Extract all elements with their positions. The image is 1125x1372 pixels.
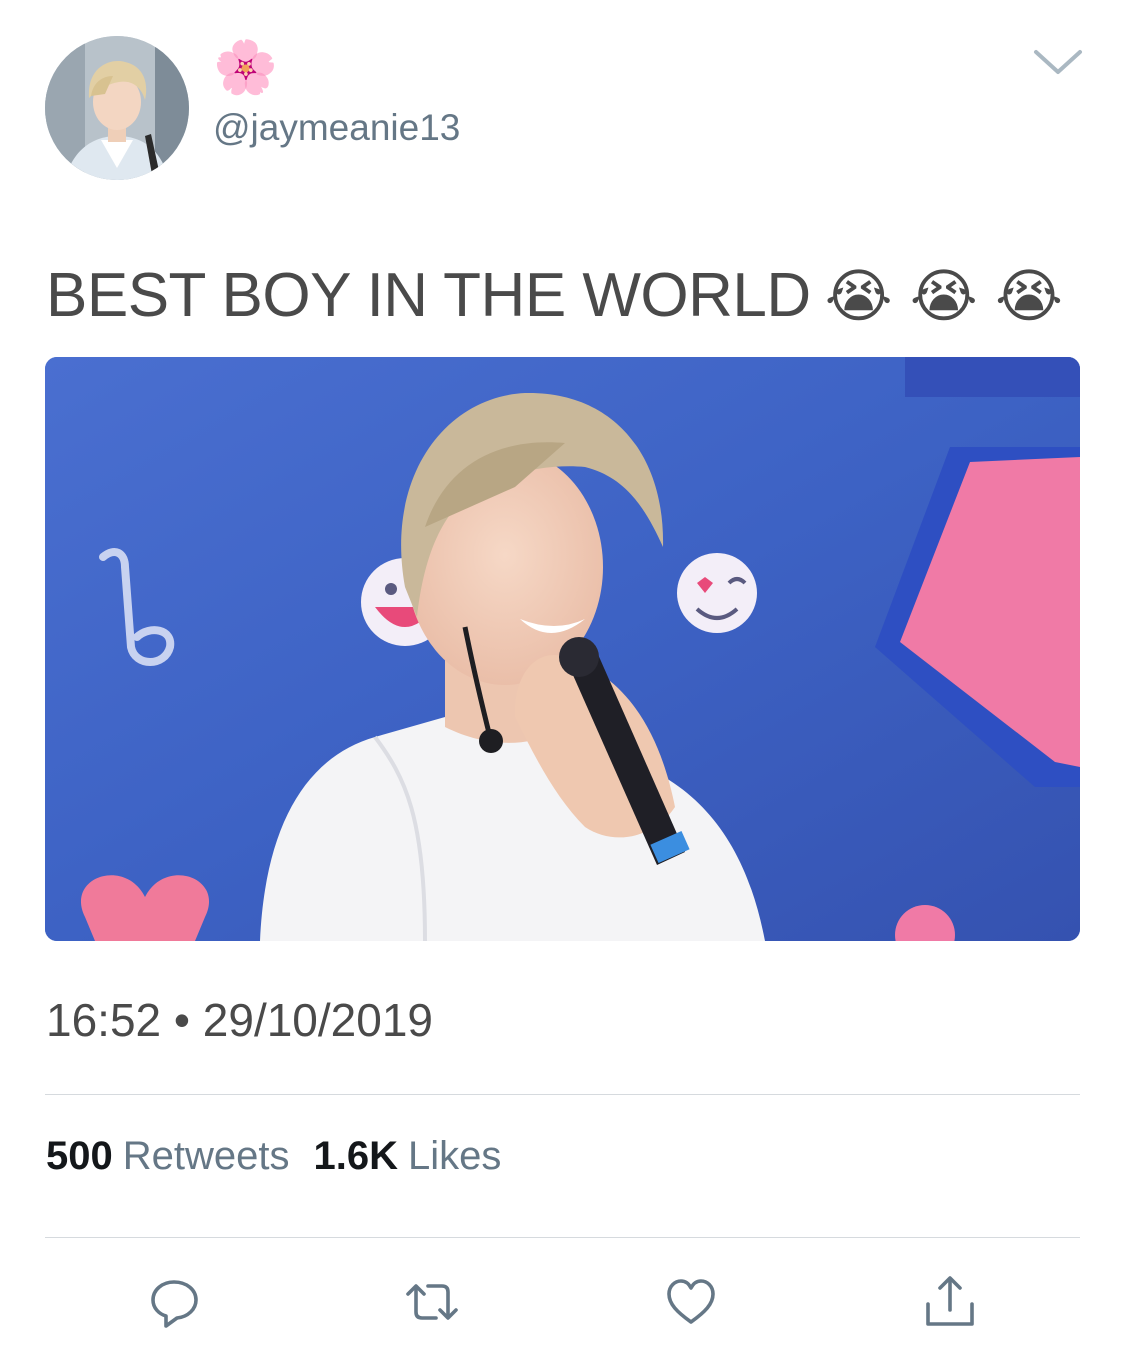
divider <box>45 1094 1080 1095</box>
retweets-count[interactable]: 500 <box>46 1134 113 1178</box>
crying-face-emojis: 😭 😭 😭 <box>824 262 1063 330</box>
tweet-timestamp[interactable]: 16:52 • 29/10/2019 <box>46 992 433 1048</box>
display-name[interactable]: 🌸 <box>213 38 278 98</box>
chevron-down-icon[interactable] <box>1030 42 1086 82</box>
heart-icon[interactable] <box>663 1274 719 1330</box>
divider <box>45 1237 1080 1238</box>
tweet-media-image[interactable] <box>45 357 1080 941</box>
avatar[interactable] <box>45 36 189 180</box>
likes-count[interactable]: 1.6K <box>314 1134 399 1178</box>
tweet-detail: 🌸 @jaymeanie13 BEST BOY IN THE WORLD 😭 😭 … <box>0 0 1125 1372</box>
tweet-action-bar <box>0 1266 1125 1336</box>
tweet-stats: 500 Retweets 1.6K Likes <box>46 1130 501 1182</box>
reply-bubble-icon[interactable] <box>146 1274 202 1330</box>
tweet-text-body: BEST BOY IN THE WORLD <box>46 261 811 330</box>
tweet-text: BEST BOY IN THE WORLD 😭 😭 😭 <box>46 256 1063 336</box>
media-photo <box>45 357 1080 941</box>
share-upload-icon[interactable] <box>922 1274 978 1330</box>
likes-label[interactable]: Likes <box>408 1134 501 1178</box>
retweets-label[interactable]: Retweets <box>123 1134 290 1178</box>
retweet-arrows-icon[interactable] <box>404 1274 460 1330</box>
user-handle[interactable]: @jaymeanie13 <box>213 104 460 152</box>
avatar-photo <box>45 36 189 180</box>
